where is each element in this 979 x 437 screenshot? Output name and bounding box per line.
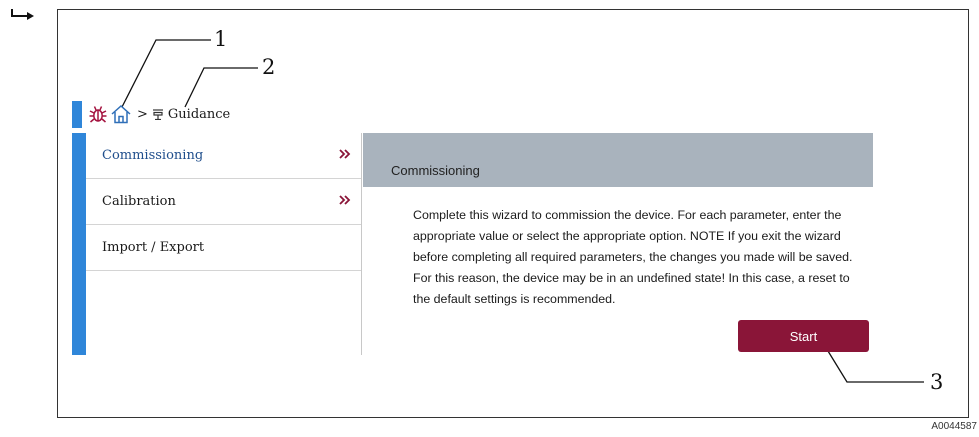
sidebar-accent-bar	[72, 133, 86, 355]
breadcrumb: > Guidance	[88, 100, 230, 128]
start-button[interactable]: Start	[738, 320, 869, 352]
callout-1: 1	[214, 27, 228, 51]
breadcrumb-separator: >	[137, 106, 148, 122]
callout-3: 3	[930, 370, 944, 394]
bug-icon[interactable]	[88, 104, 108, 124]
callout-2: 2	[262, 55, 276, 79]
breadcrumb-accent-bar	[72, 101, 82, 128]
panel-title-text: Commissioning	[391, 163, 480, 178]
panel-description: Complete this wizard to commission the d…	[413, 208, 853, 306]
sidebar-nav: Commissioning Calibration Import / Expor…	[86, 133, 362, 355]
chevron-right-icon	[339, 195, 351, 205]
guidance-icon	[152, 108, 164, 120]
chevron-right-icon	[339, 149, 351, 159]
sidebar-item-calibration[interactable]: Calibration	[86, 179, 361, 225]
figure-id: A0044587	[931, 421, 977, 432]
home-icon[interactable]	[110, 104, 132, 124]
sidebar-item-label: Commissioning	[102, 148, 204, 163]
sidebar-item-label: Calibration	[102, 194, 176, 209]
sidebar-item-label: Import / Export	[102, 240, 205, 255]
panel-title: Commissioning	[363, 133, 873, 187]
sidebar-item-import-export[interactable]: Import / Export	[86, 225, 361, 271]
sidebar-item-commissioning[interactable]: Commissioning	[86, 133, 361, 179]
breadcrumb-current[interactable]: Guidance	[168, 107, 230, 122]
